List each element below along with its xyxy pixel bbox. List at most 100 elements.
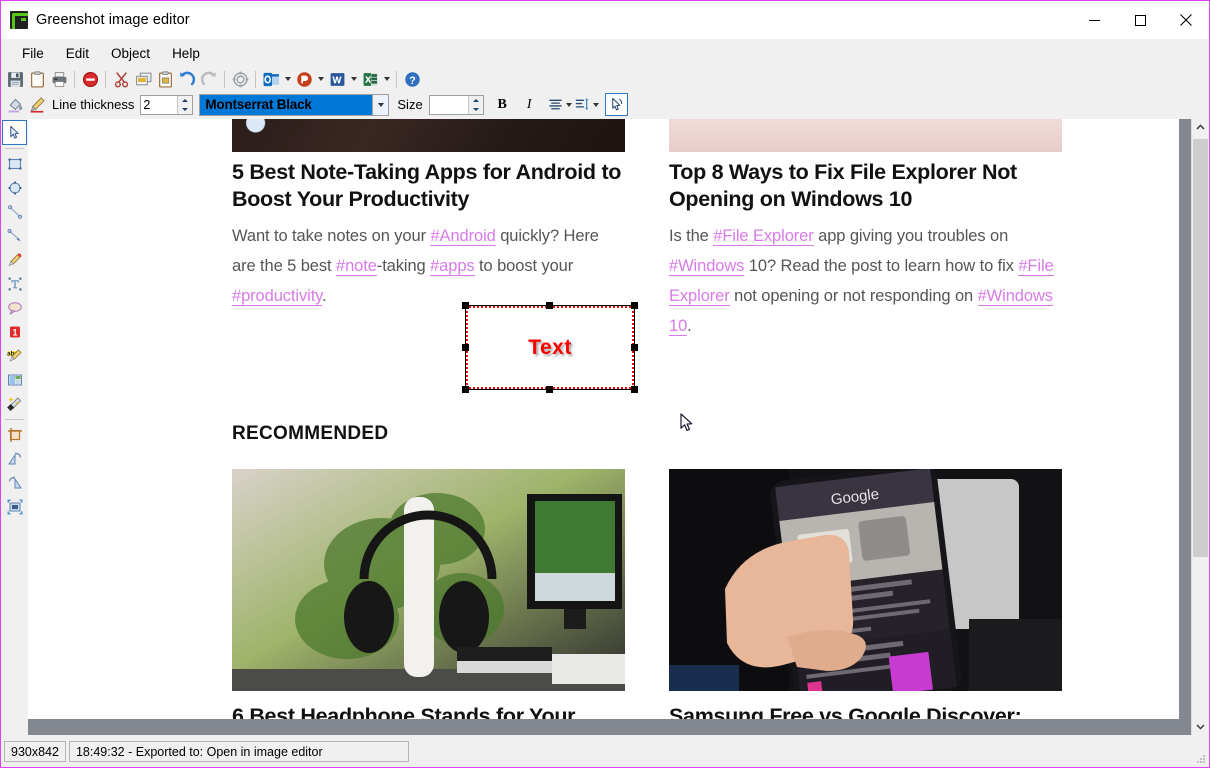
help-icon[interactable]: ? (401, 68, 423, 90)
hashtag-note[interactable]: #note (336, 257, 377, 276)
align-vertical-dropdown[interactable] (591, 94, 602, 116)
effect-tool[interactable] (3, 392, 26, 415)
italic-button[interactable]: I (519, 94, 540, 115)
text-tool[interactable]: T (3, 272, 26, 295)
excel-export-dropdown[interactable] (381, 68, 392, 90)
bold-button[interactable]: B (492, 94, 513, 115)
article-card-samsung-free-google-discover[interactable]: Google Samsung Free vs Google Discover: (669, 469, 1069, 719)
shadow-icon[interactable] (604, 93, 628, 116)
font-family-value[interactable]: Montserrat Black (200, 94, 373, 115)
outlook-export-icon[interactable] (260, 68, 282, 90)
hashtag-productivity[interactable]: #productivity (232, 287, 322, 306)
destroy-icon[interactable] (79, 68, 101, 90)
auto-crop-tool[interactable] (3, 495, 26, 518)
line-thickness-decrease[interactable] (178, 105, 192, 114)
article-title[interactable]: Top 8 Ways to Fix File Explorer Not Open… (669, 159, 1064, 213)
vertical-scrollbar[interactable] (1191, 119, 1209, 735)
canvas-area[interactable]: 5 Best Note-Taking Apps for Android to B… (28, 119, 1209, 735)
menu-file[interactable]: File (11, 42, 55, 65)
font-size-increase[interactable] (469, 96, 483, 105)
greenshot-editor-window: Greenshot image editor File Edit Object … (0, 0, 1210, 768)
article-title[interactable]: 5 Best Note-Taking Apps for Android to B… (232, 159, 627, 213)
hashtag-file-explorer[interactable]: #File Explorer (713, 227, 814, 246)
align-horizontal-icon[interactable] (548, 94, 564, 115)
article-thumbnail-headphones[interactable] (232, 469, 625, 691)
copy-to-clipboard-icon[interactable] (26, 68, 48, 90)
powerpoint-export-dropdown[interactable] (315, 68, 326, 90)
font-size-spin-buttons (467, 95, 483, 114)
status-message: 18:49:32 - Exported to: Open in image ed… (68, 741, 409, 762)
maximize-button[interactable] (1117, 1, 1163, 39)
hashtag-windows[interactable]: #Windows (669, 257, 744, 276)
article-card-headphone-stands[interactable]: 6 Best Headphone Stands for Your (232, 469, 632, 719)
arrow-tool[interactable] (3, 224, 26, 247)
powerpoint-export-icon[interactable] (293, 68, 315, 90)
rectangle-tool[interactable] (3, 152, 26, 175)
resize-handle-s[interactable] (546, 386, 553, 393)
print-icon[interactable] (48, 68, 70, 90)
cut-icon[interactable] (110, 68, 132, 90)
minimize-button[interactable] (1071, 1, 1117, 39)
tool-palette: T 1 abc (1, 119, 28, 735)
word-export-icon[interactable] (326, 68, 348, 90)
align-vertical-icon[interactable] (575, 94, 591, 115)
rotate-ccw-tool[interactable] (3, 447, 26, 470)
copy-icon[interactable] (132, 68, 154, 90)
text-object-content[interactable]: Text (528, 336, 572, 360)
resize-handle-sw[interactable] (462, 386, 469, 393)
font-size-input[interactable] (429, 95, 468, 114)
font-family-combobox[interactable]: Montserrat Black (199, 93, 390, 116)
line-thickness-input[interactable] (141, 95, 178, 114)
format-toolbar: Line thickness Montserrat Black Size B I (1, 92, 1209, 117)
article-card-note-taking-apps[interactable]: 5 Best Note-Taking Apps for Android to B… (232, 159, 627, 311)
resize-grip-icon[interactable] (1194, 752, 1206, 764)
resize-handle-w[interactable] (462, 343, 469, 351)
line-color-icon[interactable] (26, 94, 48, 116)
outlook-export-dropdown[interactable] (282, 68, 293, 90)
paste-icon[interactable] (154, 68, 176, 90)
resize-handle-nw[interactable] (462, 302, 469, 309)
freehand-tool[interactable] (3, 248, 26, 271)
undo-icon[interactable] (176, 68, 198, 90)
font-size-decrease[interactable] (469, 105, 483, 114)
fill-color-icon[interactable] (4, 94, 26, 116)
word-export-dropdown[interactable] (348, 68, 359, 90)
font-family-dropdown-arrow[interactable] (372, 94, 389, 115)
line-thickness-stepper[interactable] (140, 94, 194, 115)
crop-tool[interactable] (3, 423, 26, 446)
line-thickness-increase[interactable] (178, 96, 192, 105)
article-title[interactable]: 6 Best Headphone Stands for Your (232, 703, 632, 719)
rotate-cw-tool[interactable] (3, 471, 26, 494)
resize-handle-ne[interactable] (631, 302, 638, 309)
resize-handle-se[interactable] (631, 386, 638, 393)
close-button[interactable] (1163, 1, 1209, 39)
line-tool[interactable] (3, 200, 26, 223)
menu-help[interactable]: Help (161, 42, 211, 65)
hashtag-apps[interactable]: #apps (430, 257, 475, 276)
align-horizontal-dropdown[interactable] (564, 94, 575, 116)
canvas-page[interactable]: 5 Best Note-Taking Apps for Android to B… (28, 119, 1179, 719)
article-title[interactable]: Samsung Free vs Google Discover: (669, 703, 1069, 719)
menu-object[interactable]: Object (100, 42, 161, 65)
excel-export-icon[interactable] (359, 68, 381, 90)
save-icon[interactable] (4, 68, 26, 90)
article-thumbnail-phone[interactable]: Google (669, 469, 1062, 691)
speech-bubble-tool[interactable] (3, 296, 26, 319)
desc-part: Is the (669, 227, 714, 245)
hashtag-android[interactable]: #Android (430, 227, 496, 246)
ellipse-tool[interactable] (3, 176, 26, 199)
obfuscate-tool[interactable] (3, 368, 26, 391)
resize-handle-n[interactable] (546, 302, 553, 309)
scroll-down-button[interactable] (1192, 718, 1209, 735)
menu-edit[interactable]: Edit (55, 42, 100, 65)
vertical-scroll-thumb[interactable] (1193, 139, 1208, 557)
highlight-tool[interactable]: abc (3, 344, 26, 367)
article-card-file-explorer-fix[interactable]: Top 8 Ways to Fix File Explorer Not Open… (669, 159, 1064, 341)
settings-gear-icon[interactable] (229, 68, 251, 90)
resize-handle-e[interactable] (631, 343, 638, 351)
text-object[interactable]: Text (462, 302, 638, 393)
font-size-stepper[interactable] (428, 94, 484, 115)
select-tool[interactable] (2, 120, 27, 145)
scroll-up-button[interactable] (1192, 119, 1209, 136)
counter-tool[interactable]: 1 (3, 320, 26, 343)
